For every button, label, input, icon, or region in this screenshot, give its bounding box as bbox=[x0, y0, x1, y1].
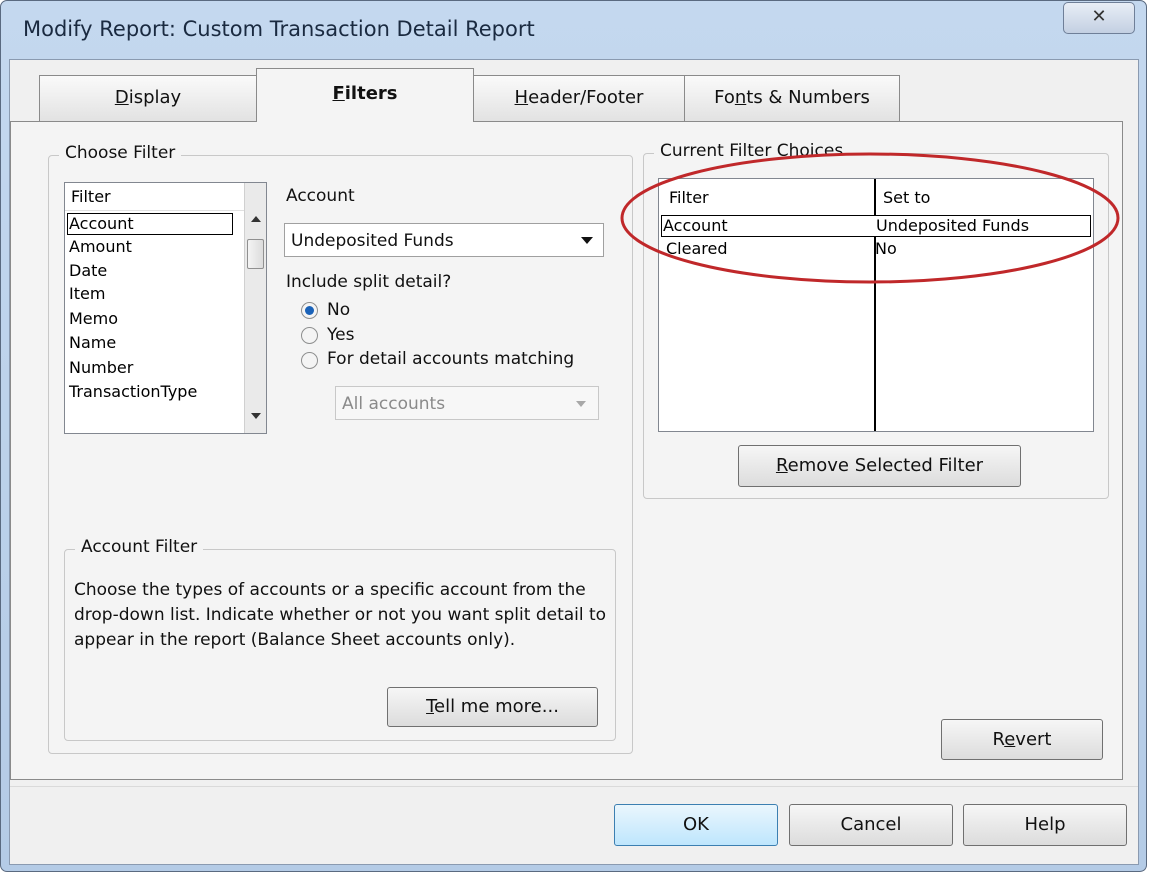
account-filter-description: Choose the types of accounts or a specif… bbox=[74, 580, 607, 650]
dialog-window: Modify Report: Custom Transaction Detail… bbox=[0, 0, 1147, 872]
tab-header-footer[interactable]: Header/Footer bbox=[473, 75, 685, 121]
filter-list-item[interactable]: Memo bbox=[69, 309, 118, 328]
filter-list-item[interactable]: Date bbox=[69, 261, 107, 280]
choose-filter-label: Choose Filter bbox=[59, 143, 182, 163]
tab-filters[interactable]: Filters bbox=[256, 68, 474, 122]
scroll-down-icon[interactable] bbox=[251, 413, 261, 419]
tell-me-more-button[interactable]: Tell me more... bbox=[387, 687, 598, 727]
filter-list-item[interactable]: Number bbox=[69, 358, 133, 377]
split-matching-label[interactable]: For detail accounts matching bbox=[327, 349, 574, 369]
cancel-button[interactable]: Cancel bbox=[789, 804, 953, 846]
account-filter-group: Account Filter Choose the types of accou… bbox=[64, 537, 616, 741]
close-button[interactable]: ✕ bbox=[1063, 2, 1135, 34]
current-filter-choices-group: Current Filter Choices Filter Set to Acc… bbox=[620, 141, 1120, 499]
bottom-separator bbox=[10, 786, 1138, 787]
dialog-client: Display Filters Header/Footer Fonts & Nu… bbox=[9, 59, 1139, 865]
window-title: Modify Report: Custom Transaction Detail… bbox=[23, 17, 535, 41]
filters-tab-panel: Choose Filter Filter Account Amount Date… bbox=[10, 121, 1123, 780]
account-label: Account bbox=[286, 186, 355, 206]
split-no-radio[interactable] bbox=[301, 302, 318, 319]
scroll-up-icon[interactable] bbox=[251, 216, 261, 222]
split-yes-label[interactable]: Yes bbox=[327, 325, 354, 345]
chevron-down-icon bbox=[581, 237, 593, 244]
split-detail-label: Include split detail? bbox=[286, 272, 452, 292]
split-matching-radio[interactable] bbox=[301, 352, 318, 369]
filter-list-header-label: Filter bbox=[71, 187, 111, 206]
help-button[interactable]: Help bbox=[963, 804, 1127, 846]
filter-list-item[interactable]: Item bbox=[69, 284, 105, 303]
filter-list[interactable]: Filter Account Amount Date Item Memo Nam… bbox=[64, 182, 267, 434]
tab-fonts-numbers[interactable]: Fonts & Numbers bbox=[684, 75, 900, 121]
choose-filter-group: Choose Filter Filter Account Amount Date… bbox=[48, 143, 633, 754]
highlight-ellipse bbox=[620, 152, 1120, 284]
matching-accounts-dropdown: All accounts bbox=[335, 386, 599, 420]
filter-list-item[interactable]: Amount bbox=[69, 237, 132, 256]
revert-button[interactable]: Revert bbox=[941, 719, 1103, 760]
title-bar[interactable]: Modify Report: Custom Transaction Detail… bbox=[1, 1, 1148, 61]
filter-list-scrollbar[interactable] bbox=[244, 183, 266, 433]
split-yes-radio[interactable] bbox=[301, 327, 318, 344]
account-dropdown[interactable]: Undeposited Funds bbox=[284, 223, 604, 257]
remove-selected-filter-button[interactable]: Remove Selected Filter bbox=[738, 445, 1021, 487]
close-icon: ✕ bbox=[1091, 6, 1107, 27]
filter-list-header: Filter bbox=[65, 183, 245, 211]
scroll-thumb[interactable] bbox=[247, 239, 264, 269]
account-filter-label: Account Filter bbox=[75, 537, 204, 557]
tab-display[interactable]: Display bbox=[39, 75, 257, 121]
filter-list-item[interactable]: TransactionType bbox=[69, 382, 197, 401]
split-no-label[interactable]: No bbox=[327, 300, 350, 320]
filter-list-item[interactable]: Account bbox=[67, 213, 233, 235]
ok-button[interactable]: OK bbox=[614, 804, 778, 846]
chevron-down-icon bbox=[576, 401, 586, 407]
filter-list-item[interactable]: Name bbox=[69, 333, 116, 352]
